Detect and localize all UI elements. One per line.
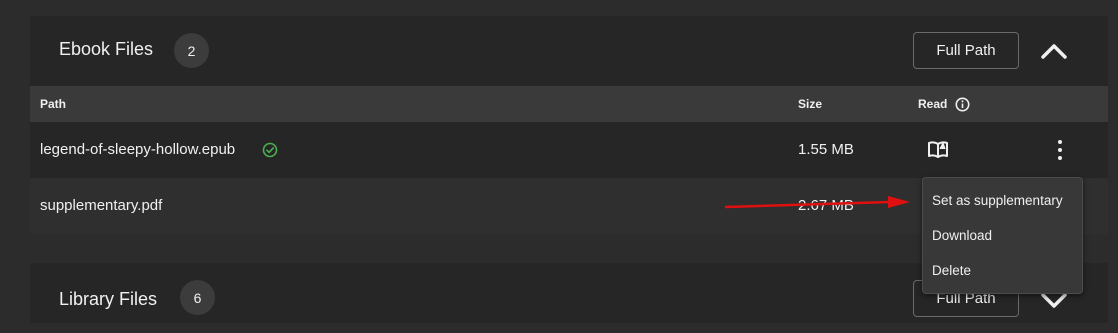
column-header-read: Read [918, 97, 948, 111]
menu-item-delete[interactable]: Delete [923, 259, 1082, 294]
library-files-count-badge: 6 [180, 280, 215, 315]
ebook-files-title: Ebook Files [59, 39, 154, 59]
file-path: legend-of-sleepy-hollow.epub [40, 141, 236, 158]
ebook-files-header[interactable]: Ebook Files 2 Full Path [30, 16, 1108, 86]
annotation-arrow [724, 196, 910, 209]
info-icon[interactable] [955, 97, 970, 112]
column-header-path[interactable]: Path [40, 97, 66, 111]
menu-item-download[interactable]: Download [923, 224, 1082, 259]
kebab-menu-icon[interactable] [1056, 140, 1064, 162]
menu-item-set-as-supplementary[interactable]: Set as supplementary [923, 189, 1082, 224]
file-path: supplementary.pdf [40, 197, 163, 214]
row-context-menu: Set as supplementary Download Delete [922, 177, 1083, 294]
book-read-icon[interactable] [927, 139, 949, 159]
column-header-size[interactable]: Size [798, 97, 822, 111]
table-row: legend-of-sleepy-hollow.epub 1.55 MB [30, 122, 1108, 178]
table-header: Path Size Read [30, 86, 1108, 122]
ebook-files-count-badge: 2 [174, 33, 209, 68]
check-circle-icon [262, 142, 278, 158]
chevron-up-icon[interactable] [1037, 38, 1071, 64]
library-files-title: Library Files [59, 289, 158, 309]
full-path-button[interactable]: Full Path [913, 32, 1019, 69]
file-size: 1.55 MB [798, 141, 854, 158]
